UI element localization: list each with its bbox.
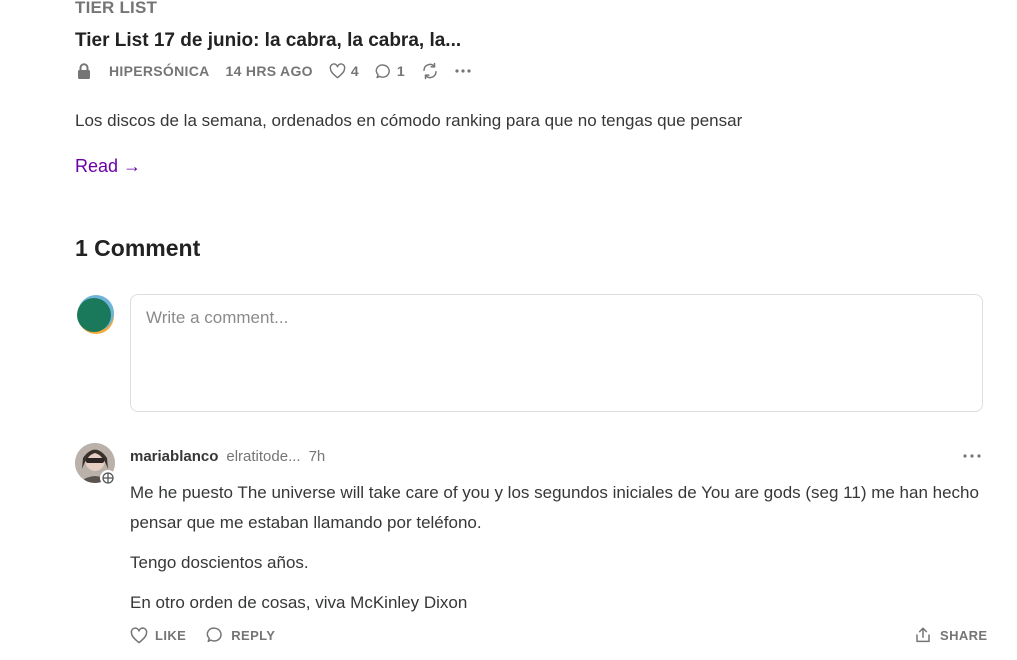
comment-bubble-icon <box>375 63 390 78</box>
comment-more-button[interactable] <box>962 448 982 464</box>
restack-icon <box>423 62 437 80</box>
like-label: LIKE <box>155 627 187 643</box>
comments-button[interactable]: 1 <box>375 63 405 80</box>
post-meta: HIPERSÓNICA 14 HRS AGO 4 1 <box>75 60 487 82</box>
lock-icon <box>75 62 93 80</box>
restack-button[interactable] <box>421 62 439 80</box>
heart-icon <box>130 626 148 643</box>
like-count: 4 <box>350 63 359 79</box>
comments-heading: 1 Comment <box>75 235 201 261</box>
reply-label: REPLY <box>231 627 276 643</box>
comment-reply-button[interactable]: REPLY <box>206 626 275 644</box>
more-dots-icon <box>455 69 471 73</box>
more-dots-icon <box>963 454 981 458</box>
post-title[interactable]: Tier List 17 de junio: la cabra, la cabr… <box>75 30 461 52</box>
share-label: SHARE <box>940 627 988 643</box>
comment-share-button[interactable]: SHARE <box>914 626 988 644</box>
comment-body: Me he puesto The universe will take care… <box>130 478 990 628</box>
like-button[interactable]: 4 <box>329 63 359 79</box>
section-label[interactable]: TIER LIST <box>75 0 157 18</box>
comment-header: mariablanco elratitode... 7h <box>130 448 325 465</box>
read-link[interactable]: Read → <box>75 156 141 177</box>
comment-count: 1 <box>396 63 406 79</box>
current-user-avatar <box>75 294 115 334</box>
comment-like-button[interactable]: LIKE <box>130 626 187 644</box>
subscriber-badge-icon <box>100 470 116 486</box>
publication-name[interactable]: HIPERSÓNICA <box>109 63 210 79</box>
more-options-button[interactable] <box>455 68 471 74</box>
post-time: 14 HRS AGO <box>225 63 313 79</box>
comment-input[interactable] <box>130 294 983 412</box>
comment-bubble-icon <box>206 627 222 643</box>
commenter-publication[interactable]: elratitode... <box>226 448 300 465</box>
comment-paragraph: Me he puesto The universe will take care… <box>130 483 979 532</box>
heart-icon <box>329 63 346 79</box>
share-icon <box>916 627 930 643</box>
comment-time[interactable]: 7h <box>309 448 326 465</box>
comment-paragraph: Tengo doscientos años. <box>130 553 309 572</box>
comment-paragraph: En otro orden de cosas, viva McKinley Di… <box>130 593 468 612</box>
commenter-name[interactable]: mariablanco <box>130 448 218 465</box>
comment-actions: LIKE REPLY <box>130 626 295 644</box>
post-subtitle: Los discos de la semana, ordenados en có… <box>75 111 743 130</box>
